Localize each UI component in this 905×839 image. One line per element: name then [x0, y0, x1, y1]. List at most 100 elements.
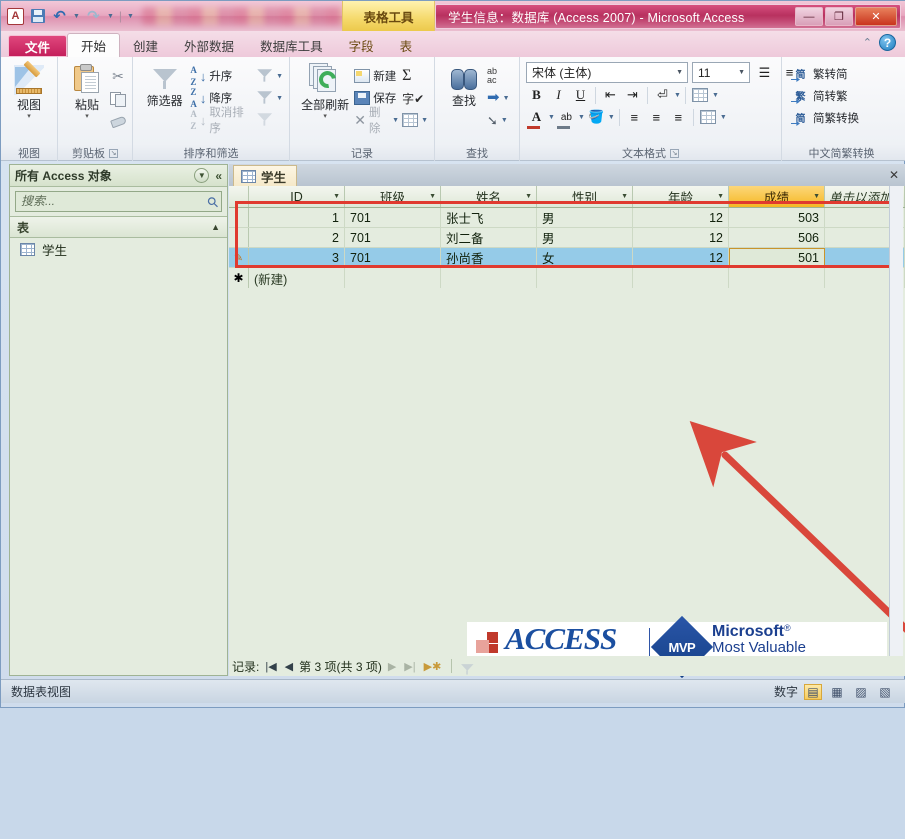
cell-age[interactable]: 12	[633, 228, 729, 247]
cell-name[interactable]: 刘二备	[441, 228, 537, 247]
paste-button[interactable]: 粘贴 ▾	[64, 61, 110, 120]
cell-gender[interactable]: 男	[537, 228, 633, 247]
replace-button[interactable]: ab ac	[487, 65, 510, 87]
font-size-caret-icon[interactable]: ▼	[738, 69, 745, 76]
first-record-button[interactable]: |◀	[263, 660, 278, 673]
remove-filter-button[interactable]	[256, 109, 283, 131]
row-selector-editing[interactable]: ✎	[229, 248, 249, 267]
traditional-to-simplified-button[interactable]: 简 繁转简	[792, 63, 848, 84]
format-painter-button[interactable]	[110, 109, 126, 131]
last-record-button[interactable]: ▶|	[402, 660, 417, 673]
tab-table[interactable]: 表	[387, 34, 426, 57]
clear-sort-button[interactable]: AZ ↓ 取消排序	[190, 107, 252, 135]
advanced-filter-button[interactable]: ▼	[256, 65, 283, 87]
font-name-caret-icon[interactable]: ▼	[676, 69, 683, 76]
chinese-conversion-button[interactable]: 简 简繁转换	[792, 107, 860, 128]
cell-id[interactable]: 1	[249, 208, 345, 227]
new-record-button[interactable]: 新建	[354, 65, 399, 87]
alternate-row-color-button[interactable]	[690, 85, 711, 105]
view-dropdown-icon[interactable]: ▾	[27, 113, 31, 120]
gridlines-button[interactable]	[698, 107, 719, 127]
refresh-all-button[interactable]: 全部刷新 ▾	[296, 61, 354, 120]
select-button[interactable]: ➘ ▼	[487, 109, 510, 131]
close-document-icon[interactable]: ✕	[889, 168, 899, 182]
customize-qat-icon[interactable]: ▼	[127, 13, 134, 20]
more-dropdown-icon[interactable]: ▼	[421, 117, 428, 124]
column-header-id[interactable]: ID ▼	[249, 186, 345, 207]
previous-record-button[interactable]: ◀	[283, 660, 295, 673]
align-right-button[interactable]: ≡	[668, 107, 689, 127]
document-tab-student[interactable]: 学生	[233, 165, 298, 186]
collapse-ribbon-icon[interactable]: ⌃	[863, 36, 872, 49]
bold-button[interactable]: B	[526, 85, 547, 105]
decrease-indent-button[interactable]: ⇤	[600, 85, 621, 105]
datasheet-view-button[interactable]: ▤	[804, 683, 822, 700]
horizontal-scrollbar[interactable]	[229, 642, 889, 655]
text-format-dialog-launcher[interactable]: ↘	[670, 148, 679, 158]
totals-button[interactable]: Σ	[402, 65, 428, 87]
highlight-caret-icon[interactable]: ▼	[578, 114, 585, 121]
new-row-class-cell[interactable]	[345, 268, 441, 288]
tab-fields[interactable]: 字段	[336, 34, 387, 57]
new-row-score-cell[interactable]	[729, 268, 825, 288]
highlight-button[interactable]: ab	[556, 107, 577, 129]
advanced-filter-caret-icon[interactable]: ▼	[276, 73, 283, 80]
maximize-button[interactable]: ❐	[825, 7, 853, 26]
alternate-row-caret-icon[interactable]: ▼	[712, 92, 719, 99]
tab-home[interactable]: 开始	[67, 33, 121, 57]
gridlines-caret-icon[interactable]: ▼	[720, 114, 727, 121]
column-header-class[interactable]: 班级 ▼	[345, 186, 441, 207]
filter-status-icon[interactable]	[460, 663, 474, 675]
undo-dropdown-icon[interactable]: ▼	[73, 13, 80, 20]
cell-age[interactable]: 12	[633, 248, 729, 267]
row-selector[interactable]	[229, 208, 249, 227]
toggle-filter-caret-icon[interactable]: ▼	[276, 95, 283, 102]
cell-gender[interactable]: 女	[537, 248, 633, 267]
text-direction-button[interactable]: ⏎	[652, 85, 673, 105]
new-row-selector[interactable]: ✱	[229, 268, 249, 288]
pivot-table-view-button[interactable]: ▦	[828, 684, 846, 700]
align-center-button[interactable]: ≡	[646, 107, 667, 127]
cut-button[interactable]: ✂	[110, 65, 126, 87]
table-row[interactable]: 1 701 张士飞 男 12 503	[229, 208, 905, 228]
sort-ascending-button[interactable]: AZ ↓ 升序	[190, 65, 252, 87]
select-dropdown-icon[interactable]: ▼	[501, 117, 508, 124]
tab-create[interactable]: 创建	[120, 34, 171, 57]
view-button[interactable]: 视图 ▾	[7, 61, 51, 120]
column-header-gender[interactable]: 性别 ▼	[537, 186, 633, 207]
help-icon[interactable]: ?	[879, 34, 896, 51]
increase-indent-button[interactable]: ⇥	[622, 85, 643, 105]
column-header-name[interactable]: 姓名 ▼	[441, 186, 537, 207]
bullet-list-button[interactable]: ☰	[754, 63, 775, 83]
design-view-button[interactable]: ▧	[876, 684, 894, 700]
redo-icon[interactable]: ↷	[85, 8, 102, 25]
cell-score[interactable]: 503	[729, 208, 825, 227]
goto-dropdown-icon[interactable]: ▼	[503, 95, 510, 102]
more-records-button[interactable]: ▼	[402, 109, 428, 131]
underline-button[interactable]: U	[570, 85, 591, 105]
find-button[interactable]: 查找	[441, 61, 487, 109]
redo-dropdown-icon[interactable]: ▼	[107, 13, 114, 20]
navigation-pane-collapse-icon[interactable]: «	[215, 169, 222, 183]
cell-id[interactable]: 2	[249, 228, 345, 247]
cell-score[interactable]: 506	[729, 228, 825, 247]
new-row-gender-cell[interactable]	[537, 268, 633, 288]
cell-name[interactable]: 张士飞	[441, 208, 537, 227]
nav-item-student-table[interactable]: 学生	[10, 238, 227, 261]
pivot-chart-view-button[interactable]: ▨	[852, 684, 870, 700]
row-selector[interactable]	[229, 228, 249, 247]
cell-class[interactable]: 701	[345, 208, 441, 227]
access-app-logo[interactable]: A	[7, 7, 24, 25]
new-row-id-cell[interactable]: (新建)	[249, 268, 345, 288]
font-color-caret-icon[interactable]: ▼	[548, 114, 555, 121]
background-color-button[interactable]: 🪣	[586, 107, 607, 127]
copy-button[interactable]	[110, 87, 126, 109]
close-button[interactable]: ✕	[855, 7, 897, 26]
tab-external-data[interactable]: 外部数据	[171, 34, 247, 57]
search-input[interactable]: 搜索...	[15, 191, 222, 212]
cell-gender[interactable]: 男	[537, 208, 633, 227]
spelling-button[interactable]: 字✔	[402, 87, 428, 109]
minimize-button[interactable]: —	[795, 7, 823, 26]
font-name-combobox[interactable]: 宋体 (主体) ▼	[526, 62, 688, 83]
table-row[interactable]: 2 701 刘二备 男 12 506	[229, 228, 905, 248]
